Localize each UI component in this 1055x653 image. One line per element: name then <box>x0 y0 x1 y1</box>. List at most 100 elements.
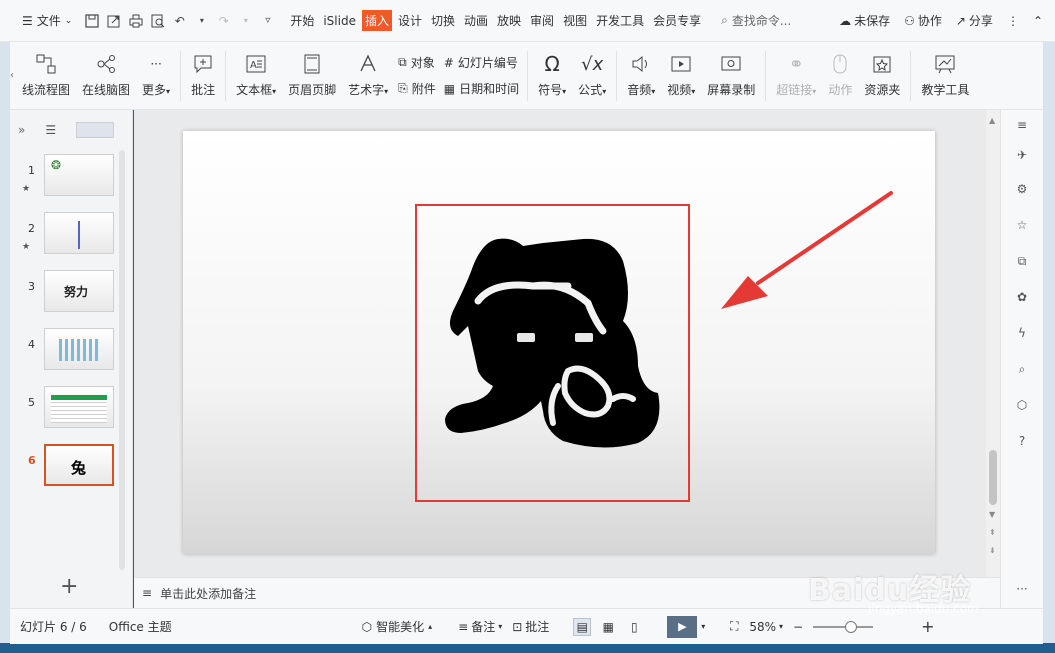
slide-sorter-icon[interactable]: ▦ <box>599 618 617 636</box>
print-preview-icon[interactable] <box>150 13 165 28</box>
collapse-pane-icon[interactable]: » <box>18 123 25 137</box>
add-slide-button[interactable]: + <box>60 574 78 599</box>
ribbon-separator <box>527 50 529 101</box>
audio-button[interactable]: 音频▾ <box>621 46 661 106</box>
more-options-icon[interactable]: ··· <box>1013 580 1031 598</box>
collab-button[interactable]: ⚇ 协作 <box>904 7 942 35</box>
tab-developer[interactable]: 开发工具 <box>593 10 647 31</box>
file-menu[interactable]: ☰ 文件 ⌄ <box>22 7 72 35</box>
theme-name[interactable]: Office 主题 <box>109 618 172 635</box>
normal-view-icon[interactable]: ▤ <box>573 617 592 636</box>
slide-thumbnail-2[interactable]: 2 ★ <box>10 212 128 258</box>
video-button[interactable]: 视频▾ <box>661 46 701 106</box>
tab-transition[interactable]: 切换 <box>428 10 458 31</box>
chevron-down-icon: ▾ <box>651 87 656 96</box>
tab-animation[interactable]: 动画 <box>461 10 491 31</box>
scroll-down-icon[interactable]: ▼ <box>989 510 995 519</box>
play-slideshow-button[interactable]: ▶ <box>667 615 698 638</box>
user-icon: ⚇ <box>904 13 915 28</box>
redo-dropdown-icon[interactable]: ▾ <box>238 13 253 28</box>
attachment-button[interactable]: ⎘ 附件 <box>398 80 436 97</box>
star-shape-icon[interactable]: ☆ <box>1013 216 1031 234</box>
scroll-up-icon[interactable]: ▲ <box>989 116 995 125</box>
slide-transition-icon[interactable]: ⧉ <box>1013 252 1031 270</box>
redo-icon[interactable]: ↷ <box>216 13 231 28</box>
print-icon[interactable] <box>128 13 143 28</box>
zoom-slider[interactable] <box>813 620 874 633</box>
tab-review[interactable]: 审阅 <box>527 10 557 31</box>
ribbon-separator <box>910 50 912 101</box>
zoom-in-icon[interactable]: + <box>921 617 934 636</box>
tab-design[interactable]: 设计 <box>395 10 425 31</box>
tab-view[interactable]: 视图 <box>560 10 590 31</box>
object-button[interactable]: ⧉ 对象 <box>398 54 436 71</box>
tab-home[interactable]: 开始 <box>287 10 317 31</box>
ribbon-scroll-left-icon[interactable]: ‹ <box>10 70 14 81</box>
slide-thumbnail-3[interactable]: 3 努力 <box>10 270 128 316</box>
beautify-icon[interactable]: ✿ <box>1013 288 1031 306</box>
fit-window-icon[interactable]: ⛶ <box>725 618 743 636</box>
action-button[interactable]: 动作 <box>822 46 858 106</box>
slide-thumbnail-1[interactable]: 1 ★ ❂ <box>10 154 128 200</box>
editor-vertical-scrollbar[interactable]: ▲ ▼ ⇞ ⇟ <box>986 110 1000 577</box>
next-slide-icon[interactable]: ⇟ <box>989 546 996 555</box>
zoom-dropdown-icon[interactable]: ▾ <box>779 622 783 631</box>
comment-button[interactable]: 批注 <box>185 46 221 106</box>
collapse-ribbon-icon[interactable]: ⌃ <box>1033 7 1043 35</box>
command-search[interactable]: ⌕ 查找命令... <box>721 12 791 29</box>
undo-dropdown-icon[interactable]: ▾ <box>194 13 209 28</box>
annotation-arrow <box>721 191 893 309</box>
slideshow-dropdown-icon[interactable]: ▾ <box>701 622 705 631</box>
slide-thumbnail-4[interactable]: 4 <box>10 328 128 374</box>
cube-icon[interactable]: ⬡ <box>1013 396 1031 414</box>
scrollbar-thumb[interactable] <box>989 450 997 505</box>
previous-slide-icon[interactable]: ⇞ <box>989 528 996 537</box>
share-button[interactable]: ↗ 分享 <box>956 7 993 35</box>
datetime-button[interactable]: ▦ 日期和时间 <box>444 80 519 97</box>
customize-toolbar-icon[interactable]: ▿ <box>260 13 275 28</box>
mindmap-button[interactable]: 在线脑图 <box>76 46 136 106</box>
outline-view-icon[interactable]: ☰ <box>45 123 56 137</box>
reading-view-icon[interactable]: ▯ <box>625 618 643 636</box>
screen-record-button[interactable]: 屏幕录制 <box>701 46 761 106</box>
slide-thumbnail-5[interactable]: 5 <box>10 386 128 432</box>
hyperlink-button[interactable]: ⚭ 超链接▾ <box>770 46 822 106</box>
zoom-out-icon[interactable]: − <box>793 620 803 634</box>
tab-insert[interactable]: 插入 <box>361 10 392 31</box>
flowchart-button[interactable]: 线流程图 <box>16 46 76 106</box>
tab-slideshow[interactable]: 放映 <box>494 10 524 31</box>
export-icon[interactable] <box>106 13 121 28</box>
smart-beautify-button[interactable]: ⬡ 智能美化 ▴ <box>362 618 433 635</box>
unsaved-status[interactable]: ☁ 未保存 <box>839 7 890 35</box>
lightning-icon[interactable]: ϟ <box>1013 324 1031 342</box>
comments-toggle-button[interactable]: ⊡ 批注 <box>512 618 549 635</box>
sidebar-menu-icon[interactable]: ≡ <box>1013 116 1031 134</box>
tab-islide[interactable]: iSlide <box>320 12 359 30</box>
teaching-tools-button[interactable]: 教学工具 <box>915 46 975 106</box>
rocket-icon[interactable]: ✈ <box>1013 146 1031 164</box>
save-icon[interactable] <box>84 13 99 28</box>
zoom-slider-knob[interactable] <box>845 620 858 633</box>
help-icon[interactable]: ? <box>1013 432 1031 450</box>
formula-button[interactable]: √x 公式▾ <box>572 46 612 106</box>
cloud-icon: ☁ <box>839 13 852 28</box>
slide-thumbnail-6[interactable]: 6 兔 <box>10 444 128 490</box>
slide-canvas[interactable] <box>183 131 935 554</box>
textbox-button[interactable]: A 文本框▾ <box>230 46 282 106</box>
zoom-level[interactable]: 58% <box>749 620 776 634</box>
symbol-button[interactable]: Ω 符号▾ <box>532 46 572 106</box>
thumbnail-view-icon[interactable] <box>76 122 115 138</box>
tab-member[interactable]: 会员专享 <box>650 10 704 31</box>
notes-toggle-button[interactable]: ≡ 备注 ▾ <box>458 618 502 635</box>
thumbnail-scrollbar[interactable] <box>119 150 125 570</box>
rabbit-character-graphic[interactable] <box>445 238 660 448</box>
more-button[interactable]: ··· 更多▾ <box>136 46 176 106</box>
wordart-button[interactable]: 艺术字▾ <box>342 46 394 106</box>
resources-button[interactable]: 资源夹 <box>858 46 906 106</box>
undo-icon[interactable]: ↶ <box>172 13 187 28</box>
more-options-icon[interactable]: ⋮ <box>1007 7 1019 35</box>
adjust-sliders-icon[interactable]: ⚙ <box>1013 180 1031 198</box>
book-search-icon[interactable]: ⌕ <box>1013 360 1031 378</box>
header-footer-button[interactable]: 页眉页脚 <box>282 46 342 106</box>
slide-number-button[interactable]: # 幻灯片编号 <box>444 54 519 71</box>
